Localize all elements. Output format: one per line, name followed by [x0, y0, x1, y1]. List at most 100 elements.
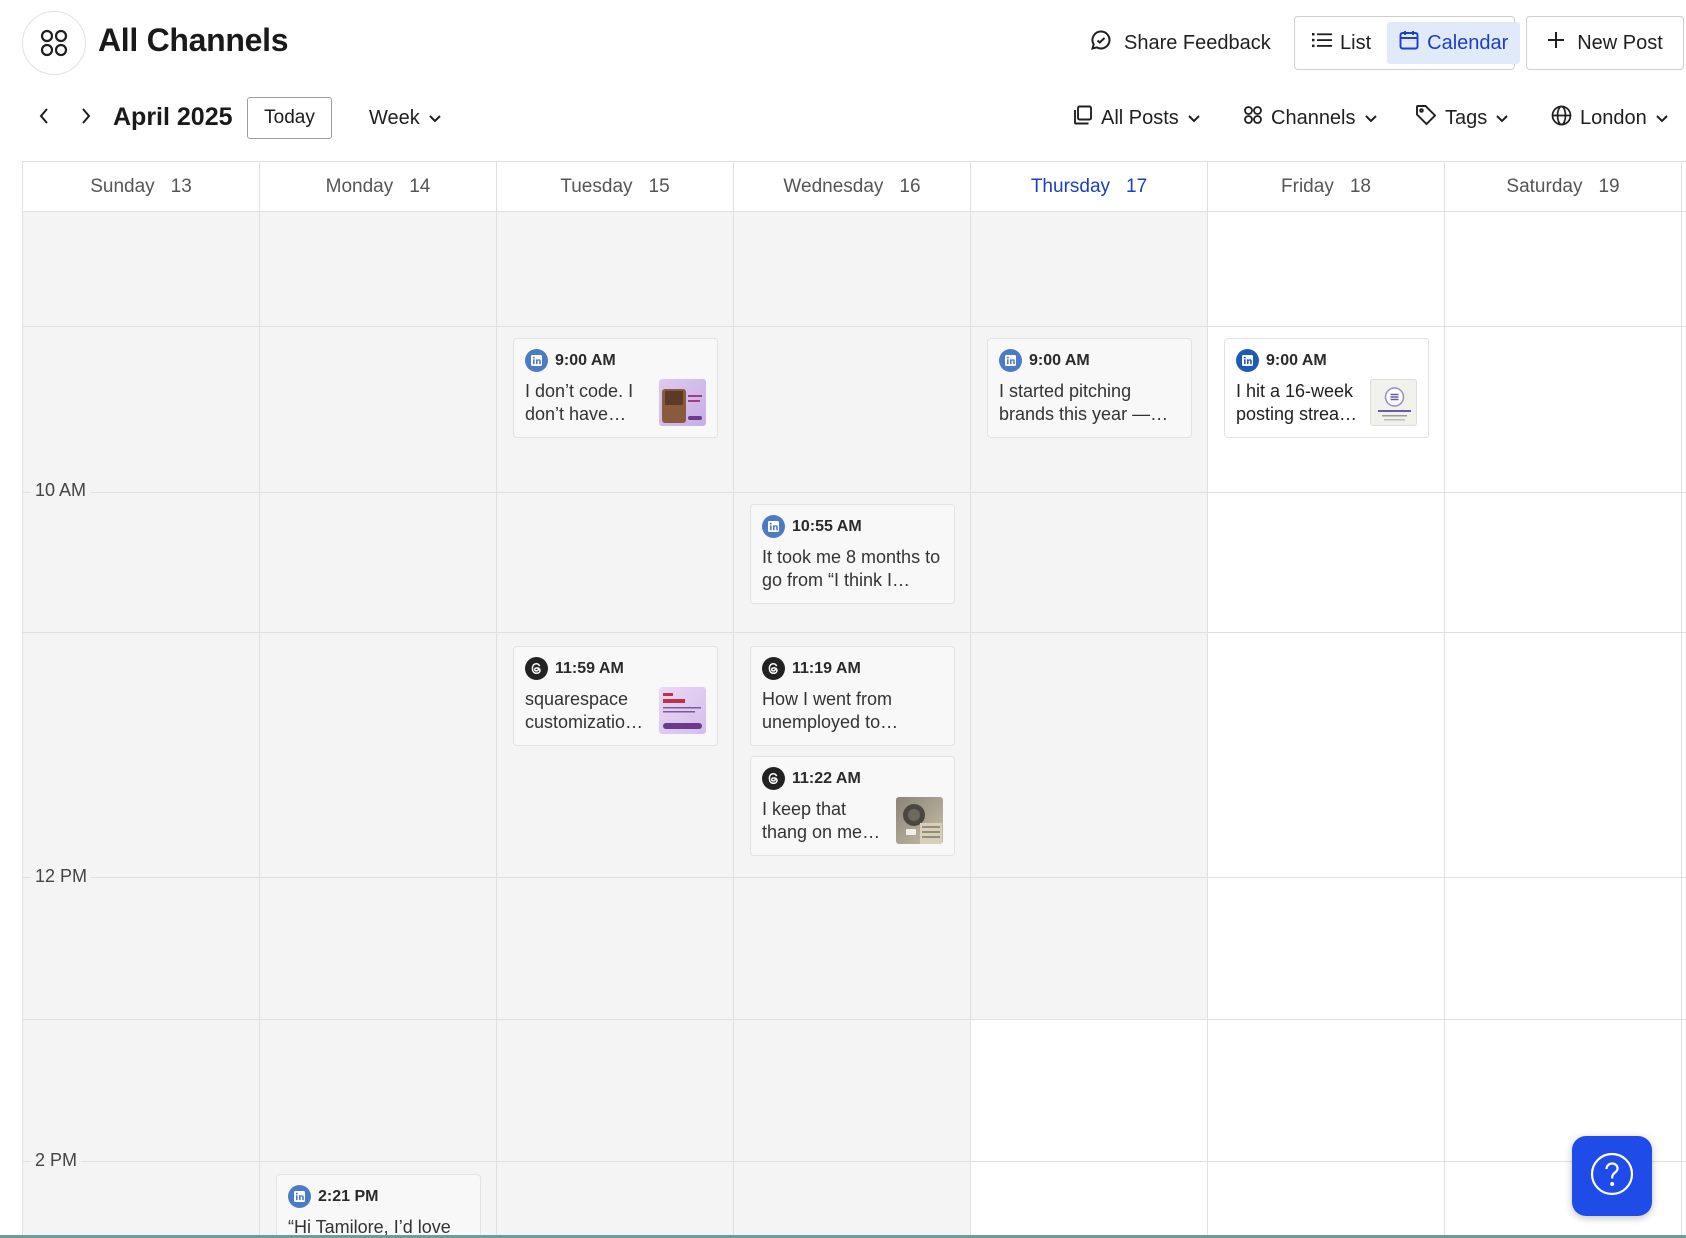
view-toggle: List Calendar: [1294, 16, 1521, 70]
day-name: Monday: [325, 176, 394, 197]
day-column-monday[interactable]: [260, 212, 497, 1238]
question-mark-icon: [1588, 1150, 1636, 1203]
post-preview-text: How I went from unemployed to…: [762, 689, 899, 732]
day-header-row: Sunday 13 Monday 14 Tuesday 15 Wednesday 16 …: [23, 162, 1686, 212]
day-header-thursday[interactable]: Thursday 17: [971, 162, 1208, 212]
post-card[interactable]: 11:22 AM I keep that thang on me…: [750, 756, 955, 856]
tag-icon: [1415, 104, 1437, 132]
post-card[interactable]: 10:55 AM It took me 8 months to go from …: [750, 504, 955, 604]
day-header-saturday[interactable]: Saturday 19: [1445, 162, 1682, 212]
hour-line: [23, 1161, 1686, 1162]
range-dropdown[interactable]: Week: [369, 104, 442, 132]
day-name: Saturday: [1506, 176, 1583, 197]
threads-icon: [762, 767, 785, 790]
previous-week-button[interactable]: [30, 104, 58, 132]
linkedin-icon: [1236, 349, 1259, 372]
new-post-button[interactable]: New Post: [1526, 16, 1684, 70]
share-feedback-button[interactable]: Share Feedback: [1090, 24, 1271, 62]
day-name: Tuesday: [560, 176, 633, 197]
day-header-sunday[interactable]: Sunday 13: [23, 162, 260, 212]
post-card[interactable]: 9:00 AM I don’t code. I don’t have…: [513, 338, 718, 438]
chevron-down-icon: [1495, 107, 1509, 130]
page-title: All Channels: [98, 22, 289, 58]
time-label: 10 AM: [31, 480, 91, 501]
day-name: Friday: [1281, 176, 1334, 197]
list-view-label: List: [1340, 31, 1372, 54]
post-card[interactable]: 11:59 AM squarespace customizatio…: [513, 646, 718, 746]
hour-line: [23, 492, 1686, 493]
posts-filter-dropdown[interactable]: All Posts: [1073, 104, 1201, 132]
post-thumbnail: [1370, 379, 1417, 426]
day-header-monday[interactable]: Monday 14: [260, 162, 497, 212]
linkedin-icon: [762, 515, 785, 538]
post-time: 9:00 AM: [555, 351, 616, 369]
post-preview-text: It took me 8 months to go from “I think …: [762, 547, 941, 590]
timezone-label: London: [1580, 106, 1647, 129]
post-card[interactable]: 9:00 AM I hit a 16-week posting strea…: [1224, 338, 1429, 438]
calendar-grid: 10 AM 12 PM 2 PM 9:00 AM I don’t code. I…: [23, 212, 1686, 1238]
calendar-icon: [1399, 30, 1419, 56]
post-preview-text: I keep that thang on me…: [762, 799, 881, 842]
day-date: 13: [170, 176, 192, 197]
hour-line: [23, 877, 1686, 878]
next-week-button[interactable]: [72, 104, 100, 132]
posts-filter-label: All Posts: [1101, 106, 1179, 129]
chevron-left-icon: [38, 107, 50, 130]
chevron-down-icon: [1655, 107, 1669, 130]
posts-stack-icon: [1073, 105, 1093, 131]
globe-icon: [1551, 105, 1572, 132]
channels-filter-label: Channels: [1271, 106, 1356, 129]
plus-icon: [1547, 31, 1565, 55]
threads-icon: [762, 657, 785, 680]
chat-bubble-icon: [1090, 29, 1112, 57]
hour-line: [23, 326, 1686, 327]
day-header-wednesday[interactable]: Wednesday 16: [734, 162, 971, 212]
chevron-right-icon: [80, 107, 92, 130]
day-column-saturday[interactable]: [1445, 212, 1682, 1238]
day-header-tuesday[interactable]: Tuesday 15: [497, 162, 734, 212]
day-date: 19: [1598, 176, 1620, 197]
post-preview-text: I don’t code. I don’t have…: [525, 381, 634, 424]
post-card[interactable]: 11:19 AM How I went from unemployed to…: [750, 646, 955, 746]
post-preview-text: I hit a 16-week posting strea…: [1236, 381, 1358, 424]
day-date: 14: [409, 176, 431, 197]
tags-filter-dropdown[interactable]: Tags: [1415, 104, 1509, 132]
hour-line: [23, 632, 1686, 633]
calendar-view-label: Calendar: [1427, 31, 1509, 54]
list-icon: [1312, 31, 1332, 55]
post-thumbnail: [659, 687, 706, 734]
day-column-sunday[interactable]: [23, 212, 260, 1238]
day-date: 17: [1126, 176, 1148, 197]
all-channels-icon[interactable]: [22, 11, 86, 75]
day-name: Wednesday: [783, 176, 884, 197]
post-preview-text: I started pitching brands this year —…: [999, 381, 1169, 424]
post-time: 9:00 AM: [1266, 351, 1327, 369]
calendar-view-button[interactable]: Calendar: [1387, 22, 1521, 64]
post-time: 2:21 PM: [318, 1187, 379, 1205]
help-button[interactable]: [1572, 1136, 1652, 1216]
new-post-label: New Post: [1577, 31, 1663, 54]
channels-filter-dropdown[interactable]: Channels: [1243, 104, 1378, 132]
timezone-dropdown[interactable]: London: [1551, 104, 1669, 132]
post-card[interactable]: 2:21 PM “Hi Tamilore, I’d love: [276, 1174, 481, 1238]
post-time: 10:55 AM: [792, 517, 862, 535]
post-preview-text: squarespace customizatio…: [525, 689, 644, 732]
linkedin-icon: [288, 1185, 311, 1208]
post-time: 11:59 AM: [555, 659, 624, 677]
post-time: 11:22 AM: [792, 769, 861, 787]
month-label: April 2025: [113, 103, 233, 131]
day-name: Thursday: [1030, 176, 1111, 197]
top-bar: All Channels Share Feedback List Calenda…: [0, 0, 1686, 86]
share-feedback-label: Share Feedback: [1124, 31, 1271, 54]
linkedin-icon: [525, 349, 548, 372]
post-time: 9:00 AM: [1029, 351, 1090, 369]
list-view-button[interactable]: List: [1300, 22, 1383, 64]
channels-grid-icon: [1243, 105, 1263, 131]
tags-filter-label: Tags: [1445, 106, 1488, 129]
post-card[interactable]: 9:00 AM I started pitching brands this y…: [987, 338, 1192, 438]
day-header-friday[interactable]: Friday 18: [1208, 162, 1445, 212]
week-calendar: Sunday 13 Monday 14 Tuesday 15 Wednesday 16 …: [22, 161, 1686, 1238]
range-label: Week: [369, 106, 420, 129]
post-thumbnail: [896, 797, 943, 844]
today-button[interactable]: Today: [247, 97, 332, 139]
